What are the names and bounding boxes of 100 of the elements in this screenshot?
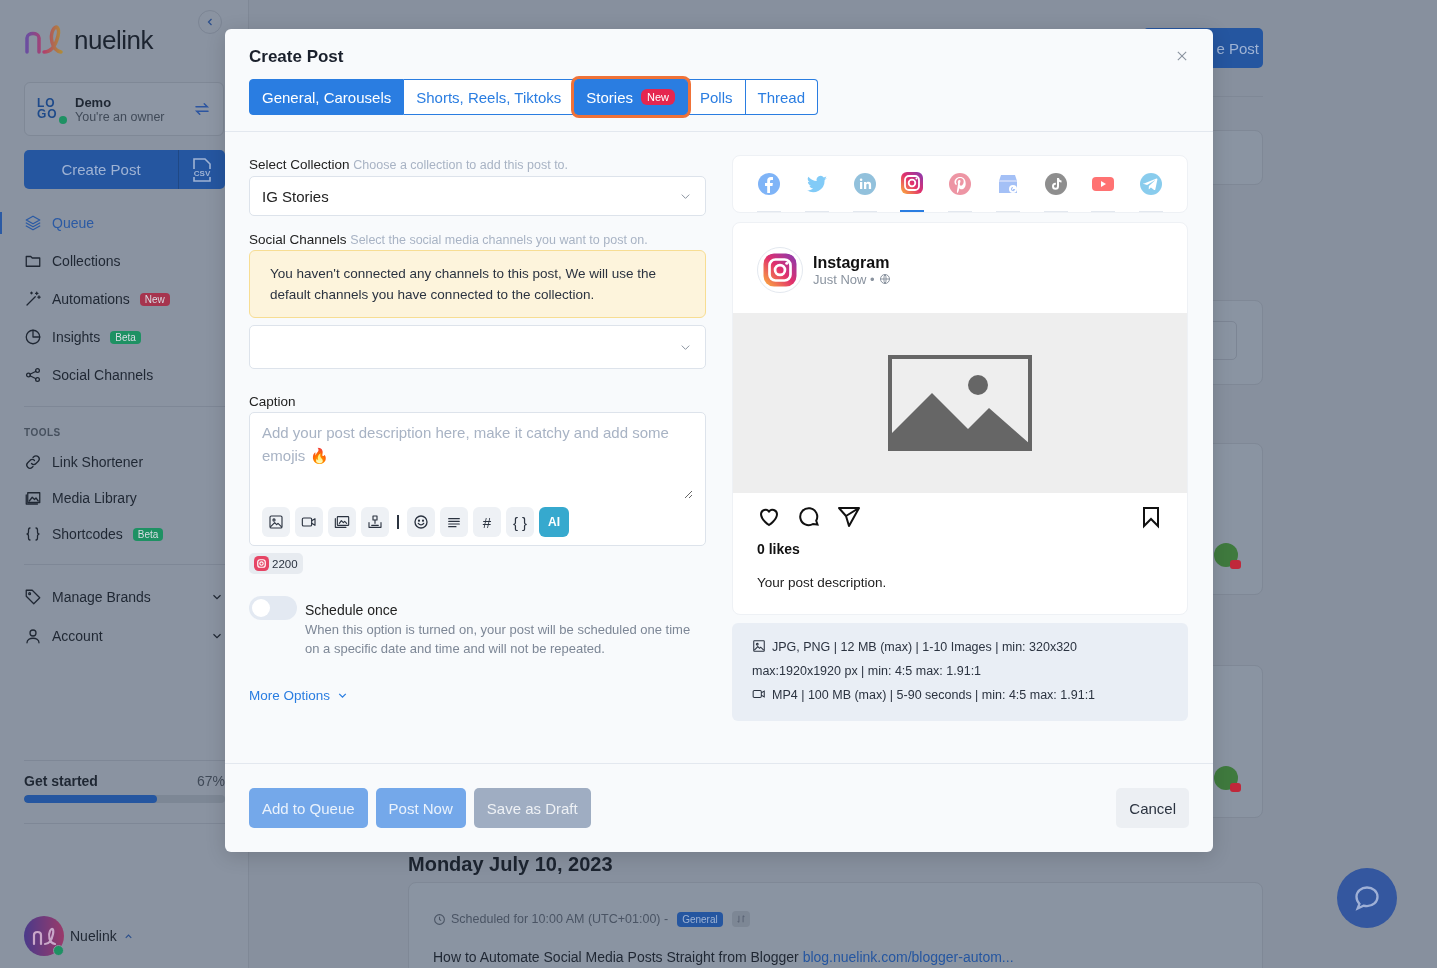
clock-icon	[433, 912, 446, 926]
tag-icon	[24, 587, 42, 606]
nav-item[interactable]: Automations New	[24, 280, 224, 318]
cancel-button[interactable]: Cancel	[1116, 788, 1189, 828]
image-icon	[752, 639, 766, 653]
requirement-text: MP4 | 100 MB (max) | 5-90 seconds | min: 4:5 max: 1.91:1	[752, 683, 1097, 707]
nav-item[interactable]: Collections	[24, 242, 224, 280]
send-icon[interactable]	[837, 505, 861, 529]
align-button[interactable]	[440, 507, 468, 537]
facebook-icon[interactable]	[757, 171, 781, 196]
post-text: How to Automate Social Media Posts Straight from Blogger blog.nuelink.com/blogger-autom...	[433, 949, 1015, 965]
comment-icon[interactable]	[797, 505, 821, 529]
emoji-icon	[413, 514, 429, 530]
upload-icon	[367, 514, 383, 530]
user-icon	[24, 626, 42, 645]
requirement-text: JPG, PNG | 12 MB (max) | 1-10 Images | min: 320x320 max:1920x1920 px | min: 4:5 max: 1.91:1	[752, 638, 1078, 680]
video-icon	[752, 687, 766, 701]
field-hint: Select the social media channels you want to post on.	[350, 233, 648, 247]
insert-button[interactable]: { }	[506, 507, 534, 537]
csv-upload-button[interactable]: CSV	[178, 150, 225, 189]
chat-button[interactable]	[1337, 868, 1397, 928]
telegram-icon[interactable]	[1139, 171, 1163, 196]
status-dot	[53, 945, 64, 956]
post-description: Your post description.	[756, 574, 888, 590]
nav-item[interactable]: Shortcodes Beta	[24, 516, 224, 552]
post-type-tab[interactable]: Thread	[745, 79, 819, 115]
nav-item[interactable]: Link Shortener	[24, 444, 224, 480]
warning-message: You haven't connected any channels to this post, We will use the default channels you have connected to the collection.	[249, 250, 706, 318]
upload-button[interactable]	[361, 507, 389, 537]
nav-menu-item[interactable]: Account	[24, 616, 224, 655]
images-icon	[24, 489, 42, 507]
instagram-icon[interactable]	[900, 171, 925, 195]
create-post-button[interactable]: Create Post	[24, 150, 178, 189]
share-icon	[24, 366, 42, 384]
nav-item[interactable]: Insights Beta	[24, 318, 224, 356]
account-name: Instagram	[813, 253, 891, 272]
toggle-description: When this option is turned on, your post will be scheduled one time on a specific date and time and will not be repeated.	[305, 621, 692, 658]
emoji-button[interactable]	[407, 507, 435, 537]
switch-icon	[193, 100, 211, 118]
brand-logo: LO GO	[37, 98, 63, 120]
brand-switcher[interactable]: LO GO Demo You're an owner	[24, 82, 224, 136]
field-hint: Choose a collection to add this post to.	[353, 158, 569, 172]
field-label: Social Channels	[249, 232, 347, 247]
pinterest-icon[interactable]	[948, 171, 972, 196]
braces-icon	[24, 525, 42, 543]
user-menu[interactable]: Nuelink	[24, 916, 248, 956]
link-icon	[24, 453, 42, 471]
tag: General	[677, 911, 723, 927]
layers-icon	[24, 214, 42, 232]
field-label: Caption	[249, 394, 296, 409]
badge: New	[139, 292, 170, 306]
chat-icon	[1353, 884, 1381, 912]
nav-item[interactable]: Media Library	[24, 480, 224, 516]
nav-item[interactable]: Social Channels	[24, 356, 224, 394]
image-button[interactable]	[262, 507, 290, 537]
date-heading: Monday July 10, 2023	[408, 853, 614, 876]
likes-count: 0 likes	[756, 540, 801, 557]
linkedin-icon[interactable]	[852, 171, 877, 196]
channel-avatar-icon	[1214, 543, 1238, 567]
video-button[interactable]	[295, 507, 323, 537]
collection-select[interactable]: IG Stories	[249, 176, 706, 216]
badge: New	[641, 89, 675, 105]
badge: Beta	[132, 527, 164, 541]
video-icon	[301, 514, 317, 530]
nav-menu-item[interactable]: Manage Brands	[24, 577, 224, 616]
progress-reading: 67%	[196, 772, 225, 789]
ai-button[interactable]: AI	[539, 507, 569, 537]
character-count: 2200	[249, 553, 303, 574]
post-type-tab[interactable]: Stories New	[574, 79, 688, 115]
channel-avatar-icon	[1214, 766, 1238, 790]
gallery-button[interactable]	[328, 507, 356, 537]
toolbar-divider	[397, 515, 399, 529]
image-icon	[268, 514, 284, 530]
schedule-toggle[interactable]	[249, 596, 297, 620]
post-type-tab[interactable]: General, Carousels	[249, 79, 405, 115]
insert-button[interactable]: #	[473, 507, 501, 537]
repeat-icon	[731, 911, 750, 927]
tiktok-icon[interactable]	[1043, 171, 1068, 196]
section-heading: TOOLS	[24, 427, 62, 438]
gallery-icon	[334, 514, 350, 530]
wand-icon	[24, 290, 42, 308]
post-type-tab[interactable]: Polls	[688, 79, 746, 115]
progress-label: Get started	[24, 772, 98, 789]
field-label: Select Collection	[249, 157, 350, 172]
more-options-link[interactable]: More Options	[249, 688, 350, 703]
instagram-icon	[254, 556, 269, 571]
image-placeholder-icon	[888, 355, 1032, 451]
globe-icon	[878, 273, 891, 285]
status-dot	[59, 116, 67, 124]
brand-name: Demo	[75, 94, 113, 110]
post-type-tab[interactable]: Shorts, Reels, Tiktoks	[404, 79, 575, 115]
schedule-text: Scheduled for 10:00 AM (UTC+01:00) -	[451, 912, 669, 926]
caption-editor[interactable]: Add your post description here, make it catchy and add some emojis 🔥 # { } AI	[249, 412, 706, 546]
logo-text: nuelink	[74, 24, 153, 56]
pie-icon	[24, 328, 42, 346]
csv-file-icon: CSV	[191, 157, 213, 182]
close-icon	[1177, 51, 1187, 61]
brand-role: You're an owner	[75, 109, 166, 124]
badge: Beta	[110, 330, 141, 344]
toggle-label: Schedule once	[305, 602, 399, 618]
